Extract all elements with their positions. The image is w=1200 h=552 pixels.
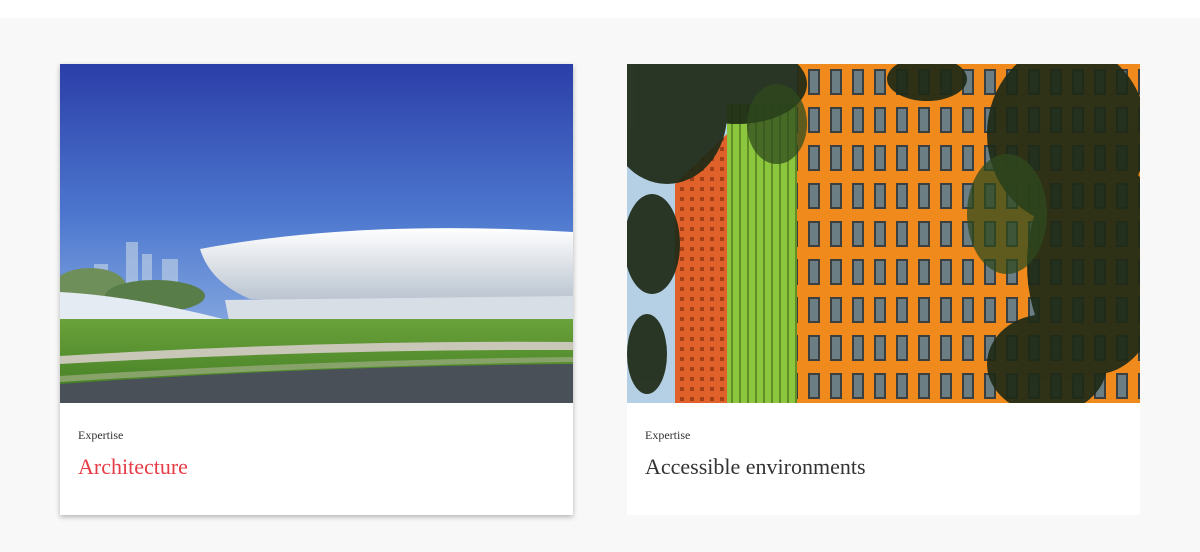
accessible-environments-image[interactable] bbox=[627, 64, 1140, 403]
card-title-link[interactable]: Architecture bbox=[78, 454, 188, 480]
card-accessible-environments[interactable]: Expertise Accessible environments bbox=[627, 64, 1140, 515]
card-architecture[interactable]: Expertise Architecture bbox=[60, 64, 573, 515]
card-title-link[interactable]: Accessible environments bbox=[645, 454, 866, 480]
card-eyebrow: Expertise bbox=[645, 428, 691, 442]
card-eyebrow: Expertise bbox=[78, 428, 124, 442]
architecture-image[interactable] bbox=[60, 64, 573, 403]
